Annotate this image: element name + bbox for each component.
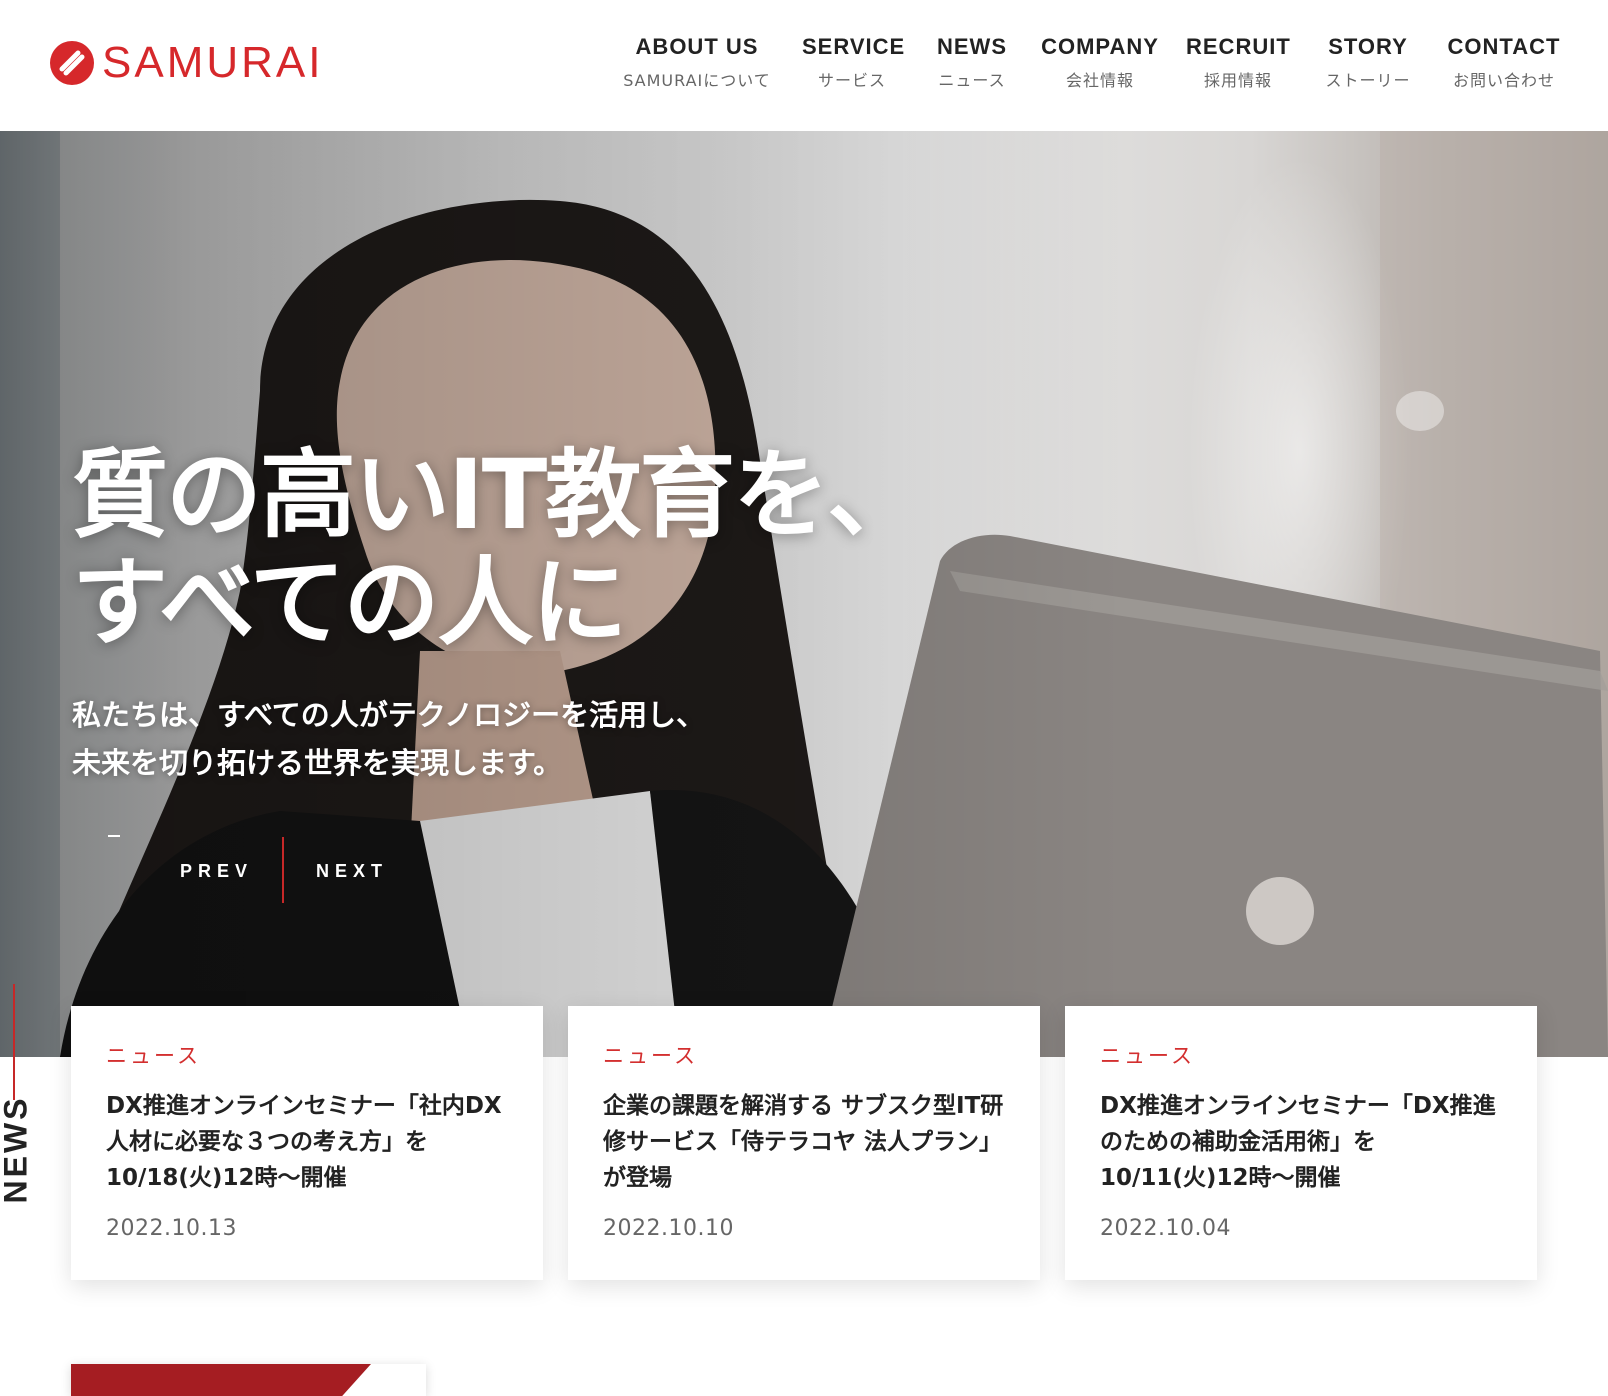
nav-label-ja: お問い合わせ <box>1452 71 1555 90</box>
hero-section: 質の高いIT教育を、 すべての人に 私たちは、すべての人がテクノロジーを活用し、… <box>0 131 1608 1057</box>
nav-label-ja: サービス <box>817 71 886 90</box>
news-title: DX推進オンラインセミナー「DX推進のための補助金活用術」を10/11(火)12… <box>1100 1093 1496 1191</box>
nav-label-en: SERVICE <box>802 34 906 59</box>
hero-subtitle-line: 私たちは、すべての人がテクノロジーを活用し、 <box>72 698 706 732</box>
main-nav: ABOUT US SAMURAIについて SERVICE サービス NEWS ニ… <box>0 34 1608 104</box>
news-category: ニュース <box>603 1044 698 1068</box>
hero-title-line: 質の高いIT教育を、 <box>72 439 923 551</box>
nav-label-en: ABOUT US <box>635 34 759 59</box>
prev-button[interactable]: PREV <box>180 861 253 882</box>
news-title: DX推進オンラインセミナー「社内DX人材に必要な３つの考え方」を10/18(火)… <box>106 1093 502 1191</box>
hero-title-line: すべての人に <box>72 547 627 659</box>
nav-label-en: NEWS <box>937 34 1007 59</box>
news-date: 2022.10.04 <box>1100 1216 1231 1241</box>
banner-accent <box>71 1364 371 1396</box>
nav-item-story[interactable]: STORY ストーリー <box>1318 34 1418 91</box>
news-card[interactable]: ニュース DX推進オンラインセミナー「DX推進のための補助金活用術」を10/11… <box>1065 1006 1537 1280</box>
nav-label-en: RECRUIT <box>1186 34 1291 59</box>
nav-item-about-us[interactable]: ABOUT US SAMURAIについて <box>612 34 782 91</box>
nav-label-en: COMPANY <box>1041 34 1159 59</box>
news-category: ニュース <box>106 1044 201 1068</box>
nav-label-ja: 採用情報 <box>1203 71 1272 90</box>
nav-item-news[interactable]: NEWS ニュース <box>930 34 1014 91</box>
news-cards: ニュース DX推進オンラインセミナー「社内DX人材に必要な３つの考え方」を10/… <box>71 1006 1539 1280</box>
news-date: 2022.10.13 <box>106 1216 237 1241</box>
slide-indicator <box>108 835 120 837</box>
nav-item-company[interactable]: COMPANY 会社情報 <box>1040 34 1160 91</box>
nav-label-ja: 会社情報 <box>1065 71 1134 90</box>
nav-item-recruit[interactable]: RECRUIT 採用情報 <box>1186 34 1290 91</box>
news-section-label: NEWS <box>0 1095 34 1204</box>
nav-label-ja: ストーリー <box>1325 71 1411 90</box>
hero-title: 質の高いIT教育を、 すべての人に <box>72 439 923 659</box>
next-button[interactable]: NEXT <box>316 861 388 882</box>
nav-label-en: STORY <box>1328 34 1408 59</box>
nav-label-ja: SAMURAIについて <box>623 71 771 90</box>
slider-divider <box>282 837 284 903</box>
nav-item-contact[interactable]: CONTACT お問い合わせ <box>1444 34 1564 91</box>
nav-label-en: CONTACT <box>1447 34 1561 59</box>
news-accent-line <box>13 984 15 1100</box>
hero-subtitle: 私たちは、すべての人がテクノロジーを活用し、 未来を切り拓ける世界を実現します。 <box>72 691 705 787</box>
hero-subtitle-line: 未来を切り拓ける世界を実現します。 <box>72 746 563 780</box>
news-title: 企業の課題を解消する サブスク型IT研修サービス「侍テラコヤ 法人プラン」が登場 <box>603 1093 1004 1191</box>
news-card[interactable]: ニュース 企業の課題を解消する サブスク型IT研修サービス「侍テラコヤ 法人プラ… <box>568 1006 1040 1280</box>
news-date: 2022.10.10 <box>603 1216 734 1241</box>
site-header: SAMURAI ABOUT US SAMURAIについて SERVICE サービ… <box>0 0 1608 131</box>
nav-label-ja: ニュース <box>938 71 1006 90</box>
section-banner[interactable] <box>71 1364 426 1396</box>
news-category: ニュース <box>1100 1044 1195 1068</box>
news-card[interactable]: ニュース DX推進オンラインセミナー「社内DX人材に必要な３つの考え方」を10/… <box>71 1006 543 1280</box>
nav-item-service[interactable]: SERVICE サービス <box>802 34 906 91</box>
